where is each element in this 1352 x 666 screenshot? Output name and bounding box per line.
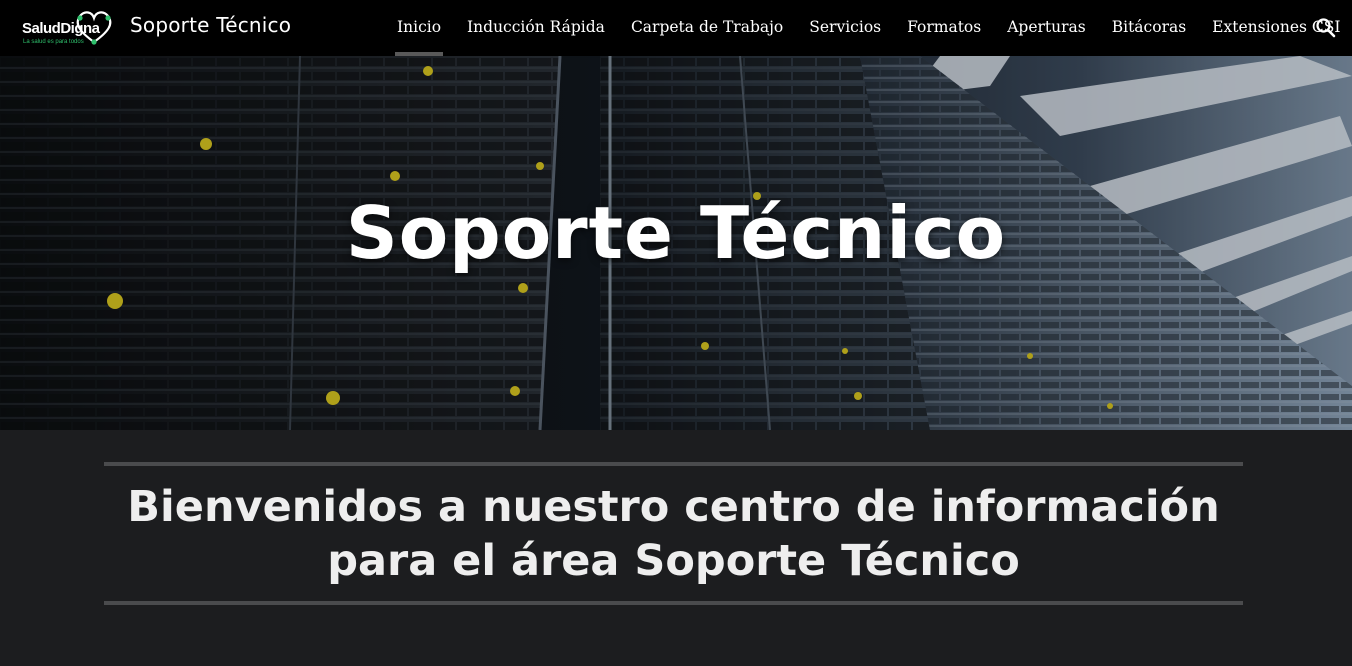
- welcome-section: Bienvenidos a nuestro centro de informac…: [0, 430, 1352, 666]
- welcome-heading: Bienvenidos a nuestro centro de informac…: [127, 482, 1220, 586]
- nav-item-inicio[interactable]: Inicio: [384, 0, 454, 56]
- nav-item-servicios[interactable]: Servicios: [796, 0, 894, 56]
- nav-item-bitacoras[interactable]: Bitácoras: [1099, 0, 1199, 56]
- site-title[interactable]: Soporte Técnico: [130, 13, 291, 37]
- logo-word-salud: Salud: [22, 20, 61, 37]
- nav-item-induccion-rapida[interactable]: Inducción Rápida: [454, 0, 618, 56]
- nav-item-carpeta-de-trabajo[interactable]: Carpeta de Trabajo: [618, 0, 796, 56]
- main-navigation: Inicio Inducción Rápida Carpeta de Traba…: [384, 0, 1352, 56]
- bottom-divider: [104, 601, 1243, 605]
- top-navigation-bar: SaludDigna La salud es para todos Soport…: [0, 0, 1352, 56]
- nav-item-aperturas[interactable]: Aperturas: [994, 0, 1099, 56]
- nav-item-formatos[interactable]: Formatos: [894, 0, 994, 56]
- saluddigna-logo[interactable]: SaludDigna La salud es para todos: [20, 8, 116, 48]
- hero-title: Soporte Técnico: [345, 191, 1007, 275]
- heart-logo-icon: [76, 11, 112, 45]
- search-icon: [1316, 18, 1336, 38]
- hero-banner: Soporte Técnico: [0, 56, 1352, 430]
- search-button[interactable]: [1314, 16, 1338, 40]
- top-divider: [104, 462, 1243, 466]
